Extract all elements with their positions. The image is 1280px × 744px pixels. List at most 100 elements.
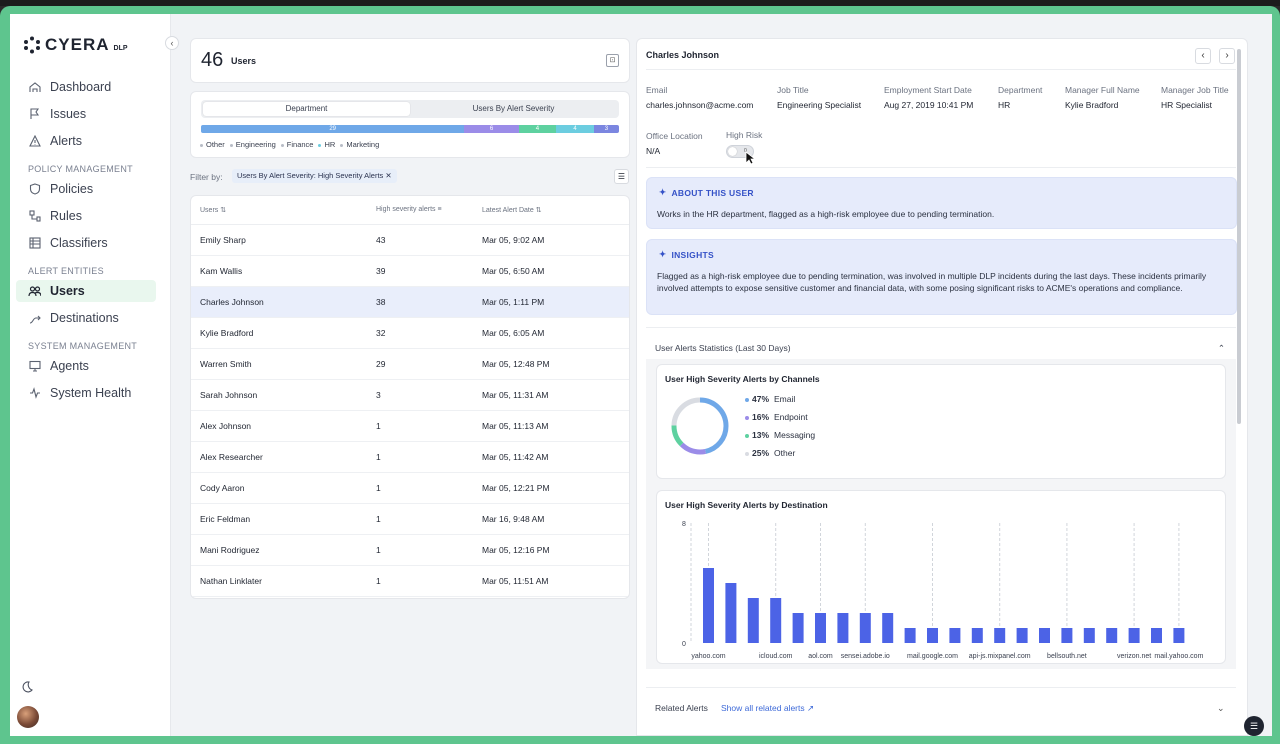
sidebar-item-policies[interactable]: Policies — [16, 178, 156, 200]
sidebar-item-classifiers[interactable]: Classifiers — [16, 232, 156, 254]
flag-icon — [28, 108, 41, 121]
logo[interactable]: CYERA DLP — [23, 36, 128, 54]
destination-bar[interactable] — [1128, 628, 1140, 643]
section-system-management: SYSTEM MANAGEMENT — [28, 341, 138, 351]
legend-label: Marketing — [346, 140, 380, 149]
channel-legend-item: 16% Endpoint — [745, 412, 808, 422]
close-icon[interactable]: ✕ — [385, 171, 391, 180]
avatar[interactable] — [17, 706, 39, 728]
table-row[interactable]: Emily Sharp 43 Mar 05, 9:02 AM — [191, 224, 629, 256]
logo-icon — [24, 36, 40, 54]
sidebar-item-dashboard[interactable]: Dashboard — [16, 76, 156, 98]
chevron-up-icon[interactable]: ⌃ — [1218, 343, 1225, 354]
destination-bar[interactable] — [815, 613, 826, 643]
bar-segment[interactable]: 4 — [518, 125, 557, 133]
x-tick-label: sensei.adobe.io — [841, 653, 890, 660]
latest-alert-cell: Mar 16, 9:48 AM — [473, 503, 629, 535]
destination-bar[interactable] — [747, 598, 759, 643]
destination-bar[interactable] — [994, 628, 1006, 643]
table-row[interactable]: Nathan Linklater 1 Mar 05, 11:51 AM — [191, 565, 629, 597]
about-title: ABOUT THIS USER — [671, 187, 754, 198]
destination-bar[interactable] — [1106, 628, 1118, 643]
destination-bar[interactable] — [1039, 628, 1050, 643]
destination-bar[interactable] — [1061, 628, 1073, 643]
table-row[interactable]: Sarah Johnson 3 Mar 05, 11:31 AM — [191, 379, 629, 411]
bar-segment[interactable]: 29 — [201, 125, 465, 133]
sort-icon[interactable]: ⇅ — [536, 207, 542, 214]
destination-bar[interactable] — [971, 628, 983, 643]
field-label: Email — [646, 85, 668, 95]
show-all-related-alerts-link[interactable]: Show all related alerts ↗ — [721, 703, 814, 714]
sort-icon[interactable]: ⇅ — [220, 207, 226, 214]
users-count-label: Users — [231, 56, 257, 66]
destination-bar[interactable] — [725, 583, 737, 643]
tab-department[interactable]: Department — [203, 102, 410, 116]
detail-scrollbar[interactable] — [1237, 49, 1241, 424]
sidebar-item-users[interactable]: Users — [16, 280, 156, 302]
export-button[interactable]: ⊡ — [606, 54, 619, 67]
user-name-cell: Kylie Bradford — [191, 317, 367, 349]
column-header-users[interactable]: Users ⇅ — [191, 196, 367, 225]
next-user-button[interactable]: › — [1219, 48, 1235, 64]
destination-bar[interactable] — [703, 568, 714, 643]
destination-bar[interactable] — [927, 628, 938, 643]
alert-count-cell: 32 — [367, 317, 473, 349]
destination-bar[interactable] — [837, 613, 849, 643]
tab-users-by-alert-severity[interactable]: Users By Alert Severity — [410, 102, 617, 116]
sidebar-item-label: Users — [50, 284, 85, 298]
sidebar-item-alerts[interactable]: Alerts — [16, 130, 156, 152]
field-label: Department — [998, 85, 1043, 95]
destination-bar[interactable] — [882, 613, 894, 643]
table-row[interactable]: Alex Researcher 1 Mar 05, 11:42 AM — [191, 441, 629, 473]
field-label: Employment Start Date — [884, 85, 972, 95]
filter-settings-button[interactable]: ☰ — [614, 169, 629, 184]
table-row[interactable]: Kylie Bradford 32 Mar 05, 6:05 AM — [191, 317, 629, 349]
legend-percent: 13% — [752, 430, 770, 440]
chevron-down-icon[interactable]: ⌄ — [1217, 703, 1225, 714]
destination-bar[interactable] — [904, 628, 916, 643]
sidebar-item-system-health[interactable]: System Health — [16, 382, 156, 404]
table-row[interactable]: Charles Johnson 38 Mar 05, 1:11 PM — [191, 286, 629, 318]
legend-dot — [229, 143, 233, 147]
table-row[interactable]: Eric Feldman 1 Mar 16, 9:48 AM — [191, 503, 629, 535]
chevron-right-icon: › — [1225, 50, 1229, 61]
sidebar-item-destinations[interactable]: Destinations — [16, 307, 156, 329]
brand-sub: DLP — [113, 45, 128, 52]
distribution-card: Department Users By Alert Severity 29 6 4 4… — [190, 91, 630, 158]
destination-bar[interactable] — [1016, 628, 1028, 643]
users-table-card: Users ⇅ High severity alerts ≡ Latest Al… — [190, 195, 630, 599]
destination-bar[interactable] — [1083, 628, 1095, 643]
route-icon — [28, 312, 41, 325]
destination-bar[interactable] — [949, 628, 961, 643]
column-header-latest-alert[interactable]: Latest Alert Date ⇅ — [473, 196, 629, 225]
dark-mode-icon[interactable] — [20, 680, 34, 694]
filter-chip[interactable]: Users By Alert Severity: High Severity A… — [232, 169, 397, 183]
table-row[interactable]: Mani Rodriguez 1 Mar 05, 12:16 PM — [191, 534, 629, 566]
sidebar-item-issues[interactable]: Issues — [16, 103, 156, 125]
destination-bar[interactable] — [770, 598, 782, 643]
legend-label: Endpoint — [774, 412, 808, 422]
field-manager-name: Manager Full Name Kylie Bradford — [1065, 85, 1140, 110]
help-chat-button[interactable]: ☰ — [1244, 716, 1264, 736]
table-row[interactable]: Kam Wallis 39 Mar 05, 6:50 AM — [191, 255, 629, 287]
bar-segment[interactable]: 6 — [464, 125, 519, 133]
legend-percent: 25% — [752, 448, 770, 458]
previous-user-button[interactable]: ‹ — [1195, 48, 1211, 64]
sparkle-icon: ✦ — [659, 249, 667, 259]
destination-bar[interactable] — [792, 613, 804, 643]
table-row[interactable]: Warren Smith 29 Mar 05, 12:48 PM — [191, 348, 629, 380]
destination-bar[interactable] — [1173, 628, 1185, 643]
sort-desc-icon[interactable]: ≡ — [437, 206, 441, 213]
channel-legend-item: 25% Other — [745, 448, 795, 458]
column-header-high-severity[interactable]: High severity alerts ≡ — [367, 196, 473, 225]
bar-segment[interactable]: 3 — [593, 125, 619, 133]
table-row[interactable]: Cody Aaron 1 Mar 05, 12:21 PM — [191, 472, 629, 504]
destination-bar[interactable] — [859, 613, 871, 643]
sidebar-item-rules[interactable]: Rules — [16, 205, 156, 227]
bar-segment[interactable]: 4 — [556, 125, 594, 133]
destination-bar[interactable] — [1151, 628, 1162, 643]
collapse-sidebar-button[interactable]: ‹ — [165, 36, 179, 50]
sidebar-item-agents[interactable]: Agents — [16, 355, 156, 377]
table-row[interactable]: Alex Johnson 1 Mar 05, 11:13 AM — [191, 410, 629, 442]
stats-accordion-header[interactable]: User Alerts Statistics (Last 30 Days) ⌃ — [646, 343, 1237, 353]
